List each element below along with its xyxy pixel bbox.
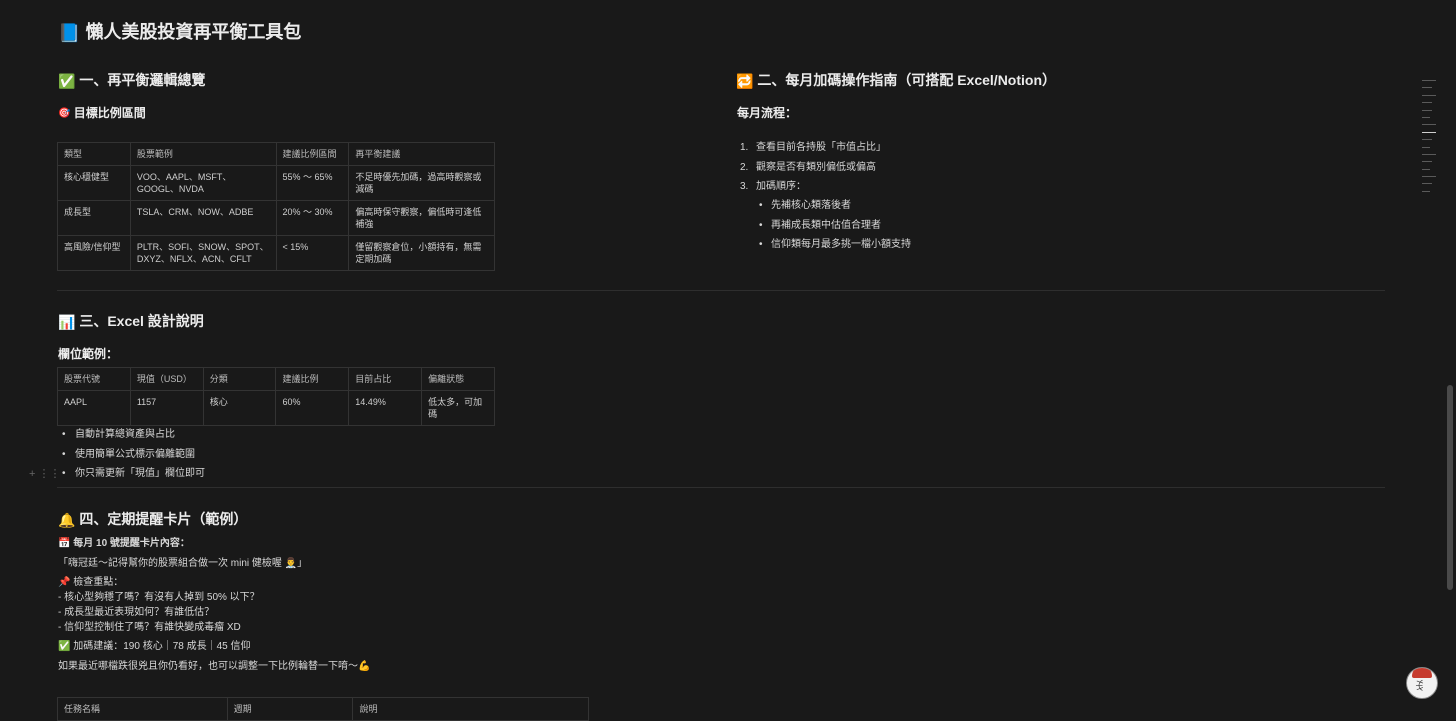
table-cell: 55% ～ 65%: [275, 165, 350, 201]
bar-chart-icon: 📊: [58, 313, 76, 330]
help-avatar[interactable]: ꉂ: [1406, 667, 1438, 699]
table-header: 週期: [226, 697, 354, 721]
list-item: 信仰類每月最多挑一檔小額支持: [754, 235, 911, 255]
list-item: 先補核心類落後者: [754, 196, 911, 216]
monthly-steps-list: 1. 查看目前各持股「市值占比」 2. 觀察是否有類別偏低或偏高 3. 加碼順序：: [740, 138, 886, 197]
table-cell: 低太多，可加碼: [421, 390, 495, 426]
closing-line: 如果最近哪檔跌很兇且你仍看好，也可以調整一下比例輪替一下唷～💪: [58, 661, 371, 672]
table-cell: 核心: [202, 390, 277, 426]
vertical-scrollbar[interactable]: [1447, 385, 1453, 590]
list-item-text: 加碼順序：: [756, 181, 806, 192]
table-cell: 核心穩健型: [57, 165, 131, 201]
table-header: 偏離狀態: [421, 367, 495, 391]
table-cell: 60%: [275, 390, 350, 426]
table-header: 類型: [57, 142, 131, 166]
table-header: 建議比例: [275, 367, 350, 391]
table-cell: 僅留觀察倉位，小額持有，無需定期加碼: [348, 235, 495, 271]
divider: [57, 487, 1385, 488]
table-cell: VOO、AAPL、MSFT、GOOGL、NVDA: [129, 165, 277, 201]
section2-heading: 🔁 二、每月加碼操作指南（可搭配 Excel/Notion）: [736, 70, 1056, 90]
divider: [57, 290, 1385, 291]
table-header: 任務名稱: [57, 697, 228, 721]
check-points-title-text: 檢查重點：: [73, 577, 124, 588]
list-item: 2. 觀察是否有類別偏低或偏高: [740, 161, 876, 173]
section4-title: 四、定期提醒卡片（範例）: [79, 511, 248, 527]
list-item: 你只需更新「現值」欄位即可: [58, 464, 205, 484]
section1-heading: ✅ 一、再平衡邏輯總覽: [58, 70, 205, 90]
bell-icon: 🔔: [58, 511, 76, 528]
table-header: 說明: [352, 697, 589, 721]
steps-sublist: 先補核心類落後者 再補成長類中估值合理者 信仰類每月最多挑一檔小額支持: [754, 196, 911, 255]
section1-subheading: 🎯 目標比例區間: [58, 104, 146, 121]
table-cell: < 15%: [275, 235, 350, 271]
section4-heading: 🔔 四、定期提醒卡片（範例）: [58, 509, 247, 529]
table-cell: 20% ～ 30%: [275, 200, 350, 236]
table-header: 目前占比: [348, 367, 423, 391]
excel-notes-list: 自動計算總資產與占比 使用簡單公式標示偏離範圍 你只需更新「現值」欄位即可: [58, 425, 205, 484]
table-cell: 高風險/信仰型: [57, 235, 131, 271]
table-row: 核心穩健型 VOO、AAPL、MSFT、GOOGL、NVDA 55% ～ 65%…: [57, 165, 495, 201]
table-header: 建議比例區間: [275, 142, 350, 166]
table-header-row: 類型 股票範例 建議比例區間 再平衡建議: [57, 142, 495, 166]
table-cell: AAPL: [57, 390, 131, 426]
list-item: 1. 查看目前各持股「市值占比」: [740, 142, 886, 153]
book-icon: 📘: [58, 22, 81, 43]
table-header: 股票範例: [129, 142, 277, 166]
table-header-row: 股票代號 現值（USD） 分類 建議比例 目前占比 偏離狀態: [57, 367, 495, 391]
advice-text: 加碼建議：190 核心｜78 成長｜45 信仰: [73, 641, 251, 652]
list-item: 自動計算總資產與占比: [58, 425, 205, 445]
table-header-row: 任務名稱 週期 說明: [57, 697, 589, 721]
target-icon: 🎯: [58, 108, 71, 120]
repeat-icon: 🔁: [736, 72, 754, 89]
check-item: - 信仰型控制住了嗎？有誰快變成毒瘤 XD: [58, 622, 241, 633]
list-item-text: 觀察是否有類別偏低或偏高: [756, 161, 876, 173]
advice-line: ✅ 加碼建議：190 核心｜78 成長｜45 信仰: [58, 637, 251, 652]
pin-icon: 📌: [58, 577, 71, 588]
page-title-text: 懶人美股投資再平衡工具包: [85, 22, 302, 42]
face-icon: ꉂ: [1414, 680, 1425, 695]
section3-subheading: 欄位範例：: [58, 347, 119, 361]
check-item: - 核心型夠穩了嗎？有沒有人掉到 50% 以下？: [58, 592, 260, 603]
task-table: 任務名稱 週期 說明: [57, 697, 589, 721]
table-cell: 1157: [129, 390, 204, 426]
section1-subtitle: 目標比例區間: [73, 106, 146, 120]
table-cell: PLTR、SOFI、SNOW、SPOT、DXYZ、NFLX、ACN、CFLT: [129, 235, 277, 271]
target-ratio-table: 類型 股票範例 建議比例區間 再平衡建議 核心穩健型 VOO、AAPL、MSFT…: [57, 142, 495, 271]
list-item: 使用簡單公式標示偏離範圍: [58, 445, 205, 465]
section2-title: 二、每月加碼操作指南（可搭配 Excel/Notion）: [757, 72, 1057, 88]
table-row: 成長型 TSLA、CRM、NOW、ADBE 20% ～ 30% 偏高時保守觀察，…: [57, 200, 495, 236]
list-item: 3. 加碼順序：: [740, 181, 806, 192]
list-item-text: 查看目前各持股「市值占比」: [756, 142, 886, 153]
reminder-greeting: 「嗨冠廷～記得幫你的股票組合做一次 mini 健檢喔 👨‍⚕️」: [58, 558, 308, 569]
table-header: 股票代號: [57, 367, 131, 391]
page-title: 📘 懶人美股投資再平衡工具包: [58, 18, 301, 44]
table-row: 高風險/信仰型 PLTR、SOFI、SNOW、SPOT、DXYZ、NFLX、AC…: [57, 235, 495, 271]
calendar-icon: 📅: [58, 538, 71, 549]
page-outline[interactable]: [1422, 80, 1436, 198]
table-cell: 偏高時保守觀察，偏低時可逢低補強: [348, 200, 495, 236]
check-icon: ✅: [58, 72, 76, 89]
check-icon: ✅: [58, 641, 71, 652]
excel-fields-table: 股票代號 現值（USD） 分類 建議比例 目前占比 偏離狀態 AAPL 1157…: [57, 367, 495, 426]
table-cell: 不足時優先加碼，過高時觀察或減碼: [348, 165, 495, 201]
block-drag-handle[interactable]: + ⋮⋮: [29, 467, 60, 480]
table-row: AAPL 1157 核心 60% 14.49% 低太多，可加碼: [57, 390, 495, 426]
section3-title: 三、Excel 設計說明: [79, 313, 204, 329]
hat-icon: [1412, 668, 1432, 678]
check-points-title: 📌 檢查重點：: [58, 573, 123, 588]
table-cell: TSLA、CRM、NOW、ADBE: [129, 200, 277, 236]
reminder-card-title: 📅 每月 10 號提醒卡片內容：: [58, 534, 190, 549]
reminder-card-title-text: 每月 10 號提醒卡片內容：: [73, 538, 190, 549]
section1-title: 一、再平衡邏輯總覽: [79, 72, 206, 88]
list-item: 再補成長類中估值合理者: [754, 216, 911, 236]
table-cell: 14.49%: [348, 390, 423, 426]
table-header: 再平衡建議: [348, 142, 495, 166]
section3-heading: 📊 三、Excel 設計說明: [58, 311, 204, 331]
table-header: 分類: [202, 367, 277, 391]
table-cell: 成長型: [57, 200, 131, 236]
table-header: 現值（USD）: [129, 367, 204, 391]
check-item: - 成長型最近表現如何？有誰低估？: [58, 607, 215, 618]
section2-subheading: 每月流程：: [737, 106, 798, 120]
